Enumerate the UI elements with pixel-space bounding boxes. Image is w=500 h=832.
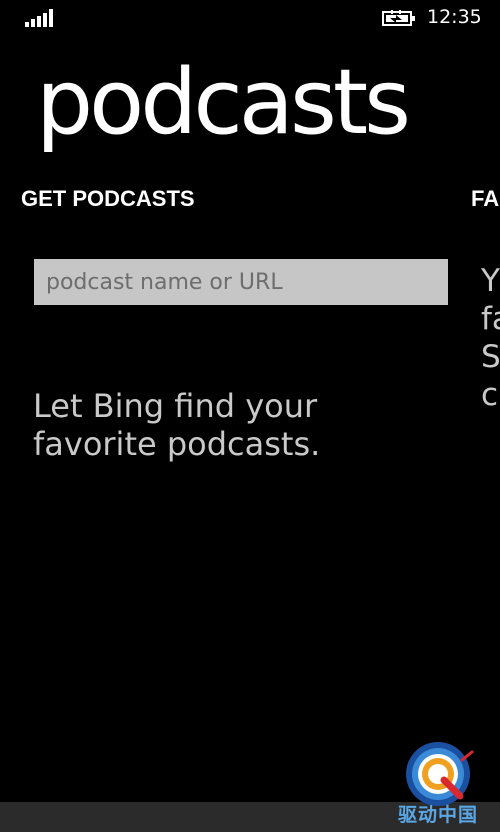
status-time: 12:35 xyxy=(427,6,482,28)
page-title: podcasts xyxy=(36,50,411,155)
driver-china-logo-icon xyxy=(406,742,474,806)
battery-charging-icon xyxy=(382,10,415,26)
podcast-search-input[interactable] xyxy=(34,259,448,305)
bing-hint-text: Let Bing find your favorite podcasts. xyxy=(33,387,433,463)
tab-get-podcasts[interactable]: GET PODCASTS xyxy=(21,186,195,212)
bing-hint-line-1: Let Bing find your xyxy=(33,387,318,425)
watermark: 驱动中国 xyxy=(378,738,498,832)
favorites-peek-line: fa xyxy=(481,301,500,337)
signal-strength-icon xyxy=(25,9,55,27)
bing-hint-line-2: favorite podcasts. xyxy=(33,425,321,463)
tab-favorites[interactable]: FA xyxy=(471,186,499,212)
favorites-peek-line: S xyxy=(481,339,500,375)
watermark-text: 驱动中国 xyxy=(397,804,478,826)
favorites-peek-line: Y xyxy=(481,263,500,299)
favorites-peek-text: Y fa S c xyxy=(481,262,500,414)
favorites-peek-line: c xyxy=(481,377,499,413)
status-bar: 12:35 xyxy=(0,0,500,36)
